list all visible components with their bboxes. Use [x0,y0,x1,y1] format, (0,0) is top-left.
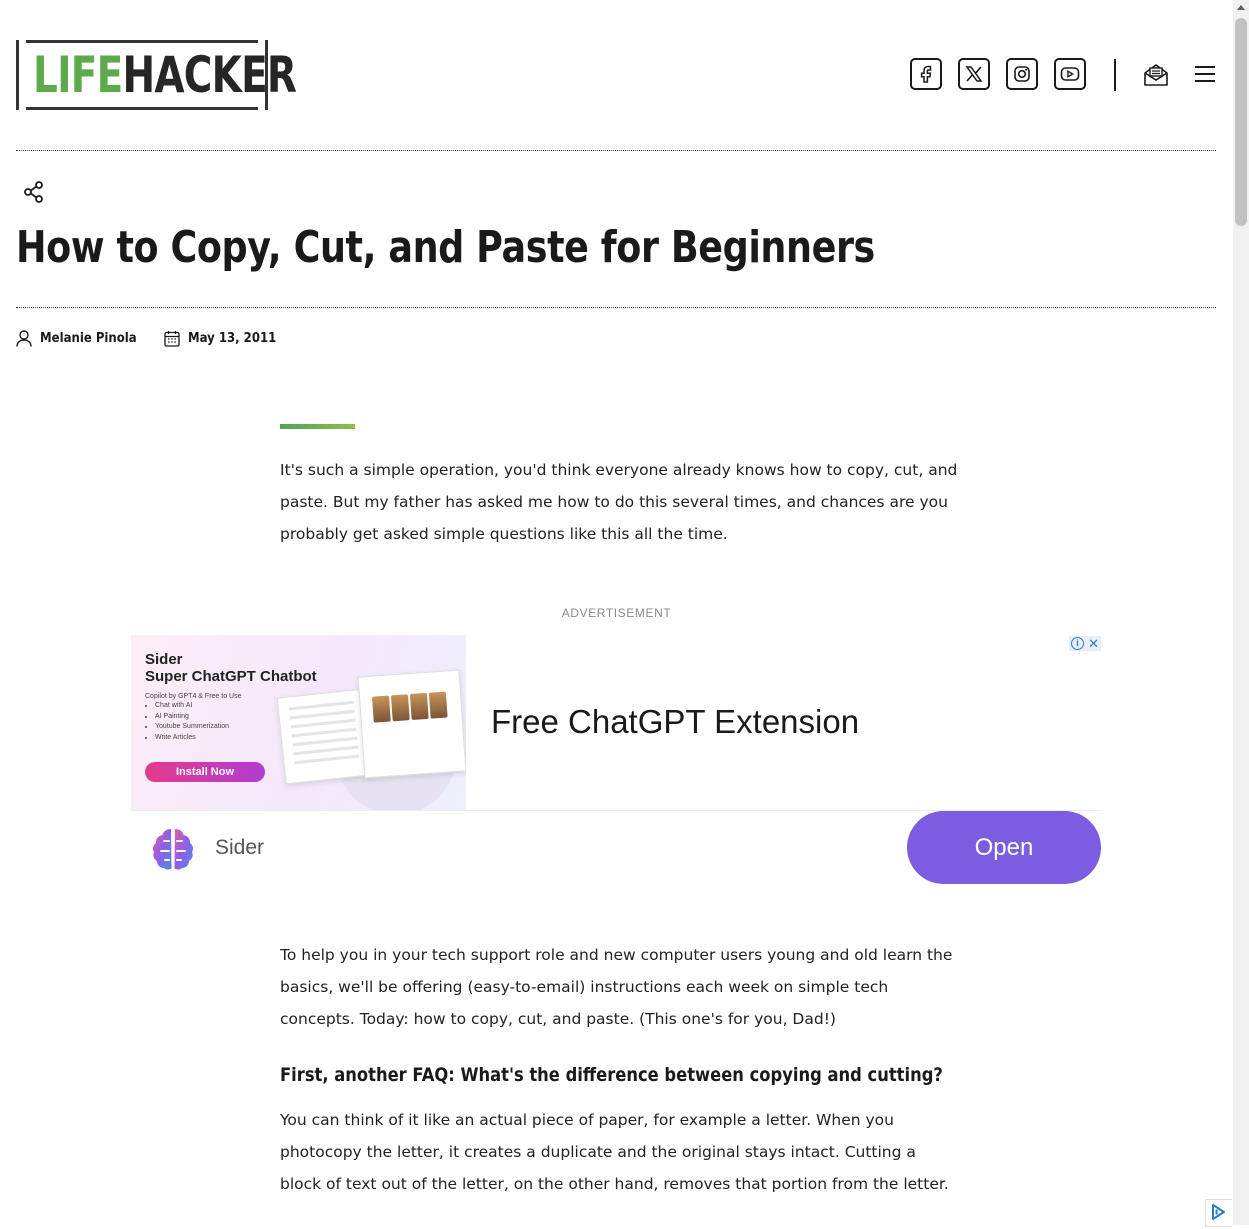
title-rule [16,307,1216,308]
ad-info-icon[interactable]: i [1071,637,1084,650]
mail-icon[interactable] [1143,63,1169,92]
ad-screenshot-dogs [371,691,448,723]
ad-install-button[interactable]: Install Now [145,762,265,782]
article-paragraph-2: To help you in your tech support role an… [280,946,953,1028]
scrollbar-thumb[interactable] [1235,18,1247,226]
ad-creative-bullet: AI Painting [155,712,229,723]
adchoices-icon[interactable]: i ✕ [1069,636,1101,651]
ad-creative-subtitle: Copilot by GPT4 & Free to Use [145,693,242,700]
header-divider [1114,59,1116,91]
x-icon[interactable] [958,58,990,90]
social-links [910,58,1086,90]
logo-bracket-left [16,40,19,110]
page: LIFEHACKER How to Copy, Cut, and Paste f… [0,0,1233,1225]
logo-word-hacker: HACKER [122,46,297,104]
facebook-icon[interactable] [910,58,942,90]
youtube-icon[interactable] [1054,58,1086,90]
person-icon [16,330,32,347]
ad-creative-bullets: Chat with AI AI Painting Youtube Summeri… [145,701,229,743]
logo-rule-bottom [26,107,258,110]
site-logo[interactable]: LIFEHACKER [16,40,297,110]
logo-word-life: LIFE [33,46,123,104]
ad-creative-bullet: Youtube Summerization [155,722,229,733]
share-icon[interactable] [24,181,44,208]
scroll-up-arrow-icon[interactable] [1237,5,1245,10]
hamburger-icon[interactable] [1195,66,1215,87]
ad-open-button[interactable]: Open [907,811,1101,884]
ad-screenshot-chat [276,688,373,785]
ad-creative-title: Super ChatGPT Chatbot [145,668,317,685]
ad-creative-brand: Sider [145,651,183,668]
hamburger-line [1195,80,1215,82]
header-rule [16,150,1216,151]
page-scrollbar[interactable] [1233,0,1249,1225]
ad-creative-image[interactable]: Sider Super ChatGPT Chatbot Copilot by G… [131,635,466,810]
article-meta: Melanie Pinola May 13, 2011 [16,330,286,347]
ad-screenshot-lines [288,700,360,770]
ad-creative-bullet: Chat with AI [155,701,229,712]
ad-headline[interactable]: Free ChatGPT Extension [491,703,859,741]
ad-screenshot-images [357,669,466,779]
ad-unit[interactable]: Sider Super ChatGPT Chatbot Copilot by G… [131,635,1101,885]
advertisement-label: ADVERTISEMENT [561,606,672,620]
hamburger-line [1195,66,1215,68]
logo-rule-top [26,40,258,43]
article-title: How to Copy, Cut, and Paste for Beginner… [16,222,875,273]
article-accent-bar [280,424,355,429]
article-paragraph-1: It's such a simple operation, you'd thin… [280,461,958,543]
instagram-icon[interactable] [1006,58,1038,90]
publish-date: May 13, 2011 [164,330,286,347]
ad-close-icon[interactable]: ✕ [1088,636,1099,651]
ad-advertiser-name[interactable]: Sider [215,836,264,860]
author-name[interactable]: Melanie Pinola [40,331,137,346]
article-subheading: First, another FAQ: What's the differenc… [280,1064,943,1086]
ad-creative-bullet: Write Articles [155,733,229,744]
article-paragraph-3: You can think of it like an actual piece… [280,1111,949,1193]
logo-wordmark: LIFEHACKER [33,46,297,104]
date-text: May 13, 2011 [188,331,277,346]
author-byline[interactable]: Melanie Pinola [16,330,164,347]
hamburger-line [1195,73,1215,75]
calendar-icon [164,331,180,347]
sider-brain-icon [147,825,199,878]
adchoices-corner-icon[interactable] [1205,1199,1232,1227]
